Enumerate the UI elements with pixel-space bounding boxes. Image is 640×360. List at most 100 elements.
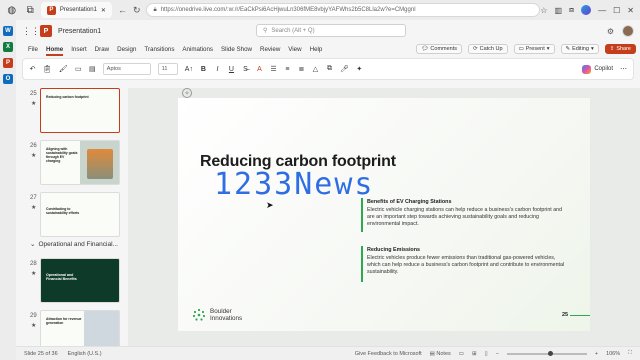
- search-input[interactable]: ⚲ Search (Alt + Q): [256, 24, 406, 37]
- browser-actions: ☆ ▥ ⧈ — ☐ ✕: [540, 5, 634, 15]
- slide-thumbnail[interactable]: Operational and Financial Benefits: [40, 258, 120, 303]
- numbering-icon[interactable]: ≡: [284, 66, 291, 73]
- favorites-icon[interactable]: ☆: [540, 6, 547, 15]
- feedback-link[interactable]: Give Feedback to Microsoft: [355, 351, 422, 357]
- address-bar[interactable]: 🔒︎ https://onedrive.live.com/:w:/r/EaCkP…: [146, 3, 541, 17]
- tab-design[interactable]: Design: [117, 46, 136, 53]
- section-header[interactable]: ⌄ Operational and Financial...: [30, 240, 118, 249]
- tab-slide-show[interactable]: Slide Show: [221, 46, 252, 53]
- normal-view-icon[interactable]: ▭: [459, 351, 464, 357]
- collections-icon[interactable]: ⧈: [569, 5, 574, 15]
- bullets-icon[interactable]: ☰: [270, 65, 277, 73]
- grow-font-icon[interactable]: A↑: [185, 66, 193, 73]
- powerpoint-icon: P: [46, 5, 56, 15]
- present-button[interactable]: ▭ Present ▾: [513, 44, 555, 54]
- strikethrough-icon[interactable]: S̶: [242, 66, 249, 73]
- back-icon[interactable]: ←: [118, 5, 127, 15]
- zoom-out-icon[interactable]: −: [496, 351, 499, 357]
- new-slide-icon[interactable]: ▭: [75, 65, 82, 73]
- browser-tab[interactable]: P Presentation1 ✕: [40, 2, 112, 18]
- document-title[interactable]: Presentation1: [58, 28, 101, 35]
- tab-review[interactable]: Review: [260, 46, 280, 53]
- thumbnail-row[interactable]: 27 ★ Contributing to sustainability effo…: [16, 192, 128, 242]
- catch-up-button[interactable]: ⟳ Catch Up: [468, 44, 508, 54]
- section-heading[interactable]: Benefits of EV Charging Stations: [367, 199, 451, 205]
- thumbnail-row[interactable]: 29 ★ Attraction for revenue generation: [16, 310, 128, 346]
- avatar[interactable]: [622, 25, 634, 37]
- slide-thumbnail[interactable]: Contributing to sustainability efforts: [40, 192, 120, 237]
- tab-draw[interactable]: Draw: [95, 46, 109, 53]
- tabs-icon[interactable]: ⧉: [23, 3, 36, 17]
- copilot-button[interactable]: Copilot: [582, 64, 613, 74]
- zoom-slider-knob[interactable]: [548, 350, 554, 356]
- reading-view-icon[interactable]: ▯: [485, 351, 488, 357]
- font-family-select[interactable]: Aptos: [102, 63, 151, 75]
- designer-icon[interactable]: ✦: [356, 65, 363, 73]
- share-button[interactable]: ⇪ Share: [604, 44, 636, 54]
- current-slide[interactable]: Reducing carbon footprint Benefits of EV…: [178, 98, 590, 331]
- tab-home[interactable]: Home: [45, 46, 64, 56]
- minimize-icon[interactable]: —: [598, 6, 606, 15]
- slide-thumbnail[interactable]: Attraction for revenue generation: [40, 310, 120, 346]
- word-icon[interactable]: W: [3, 26, 13, 36]
- italic-button[interactable]: I: [214, 66, 221, 73]
- tab-insert[interactable]: Insert: [71, 46, 86, 53]
- bold-button[interactable]: B: [200, 66, 207, 73]
- thumbnail-row[interactable]: 25 ★ Reducing carbon footprint: [16, 88, 128, 138]
- slide-editor[interactable]: ✧ Reducing carbon footprint Benefits of …: [128, 88, 640, 346]
- comments-button[interactable]: 💬︎ Comments: [416, 44, 463, 54]
- slide-thumbnail[interactable]: Aligning with sustainability goals throu…: [40, 140, 120, 185]
- section-heading[interactable]: Reducing Emissions: [367, 247, 420, 253]
- section-body[interactable]: Electric vehicles produce fewer emission…: [367, 255, 567, 276]
- paste-icon[interactable]: 📋︎: [43, 65, 52, 73]
- editing-button[interactable]: ✎ Editing ▾: [560, 44, 599, 54]
- dictate-icon[interactable]: 🎤︎: [340, 65, 349, 73]
- zoom-level[interactable]: 106%: [606, 351, 620, 357]
- refresh-icon[interactable]: ↻: [133, 5, 141, 16]
- maximize-icon[interactable]: ☐: [613, 6, 620, 15]
- thumbnail-number: 25: [30, 91, 37, 97]
- section-body[interactable]: Electric vehicle charging stations can h…: [367, 207, 567, 228]
- designer-suggestion-icon[interactable]: ✧: [182, 88, 192, 98]
- shapes-icon[interactable]: △: [312, 65, 319, 73]
- app-header: ⋮⋮ P Presentation1 ⚲ Search (Alt + Q) ⚙: [16, 20, 640, 42]
- arrange-icon[interactable]: ⧉: [326, 65, 333, 73]
- close-tab-icon[interactable]: ✕: [101, 7, 106, 14]
- language-indicator[interactable]: English (U.S.): [68, 351, 102, 357]
- align-icon[interactable]: ≣: [298, 65, 305, 73]
- more-options-icon[interactable]: ⋯: [620, 65, 627, 73]
- split-screen-icon[interactable]: ▥: [554, 6, 562, 15]
- thumbnail-number: 26: [30, 143, 37, 149]
- thumbnail-row[interactable]: 28 ★ Operational and Financial Benefits: [16, 258, 128, 308]
- underline-button[interactable]: U: [228, 66, 235, 73]
- app-launcher-icon[interactable]: ⋮⋮: [22, 26, 40, 37]
- slide-thumbnail[interactable]: Reducing carbon footprint: [40, 88, 120, 133]
- gear-icon[interactable]: ⚙: [607, 27, 614, 36]
- tab-transitions[interactable]: Transitions: [144, 46, 174, 53]
- editing-label: Editing: [572, 46, 589, 52]
- close-window-icon[interactable]: ✕: [627, 6, 634, 15]
- fit-slide-icon[interactable]: ⛶: [628, 350, 632, 357]
- profile-icon[interactable]: ◍: [5, 3, 18, 17]
- chevron-down-icon: ⌄: [30, 241, 36, 248]
- tab-help[interactable]: Help: [310, 46, 323, 53]
- status-actions: Give Feedback to Microsoft ▤ Notes ▭ ⊞ ▯…: [355, 350, 632, 357]
- thumbnail-row[interactable]: 26 ★ Aligning with sustainability goals …: [16, 140, 128, 190]
- layout-icon[interactable]: ▤: [89, 65, 96, 73]
- font-color-icon[interactable]: A: [256, 66, 263, 73]
- tab-file[interactable]: File: [28, 46, 38, 53]
- powerpoint-rail-icon[interactable]: P: [3, 58, 13, 68]
- zoom-slider[interactable]: [506, 350, 587, 356]
- zoom-in-icon[interactable]: +: [595, 351, 598, 357]
- tab-animations[interactable]: Animations: [182, 46, 213, 53]
- notes-button[interactable]: ▤ Notes: [430, 351, 451, 357]
- thumbnail-number: 28: [30, 261, 37, 267]
- excel-icon[interactable]: X: [3, 42, 13, 52]
- sorter-view-icon[interactable]: ⊞: [472, 351, 477, 357]
- tab-view[interactable]: View: [288, 46, 301, 53]
- undo-icon[interactable]: ↶: [29, 65, 36, 73]
- font-size-select[interactable]: 11: [157, 63, 178, 75]
- outlook-icon[interactable]: O: [3, 74, 13, 84]
- format-painter-icon[interactable]: 🖌︎: [59, 65, 68, 73]
- copilot-browser-icon[interactable]: [581, 5, 592, 15]
